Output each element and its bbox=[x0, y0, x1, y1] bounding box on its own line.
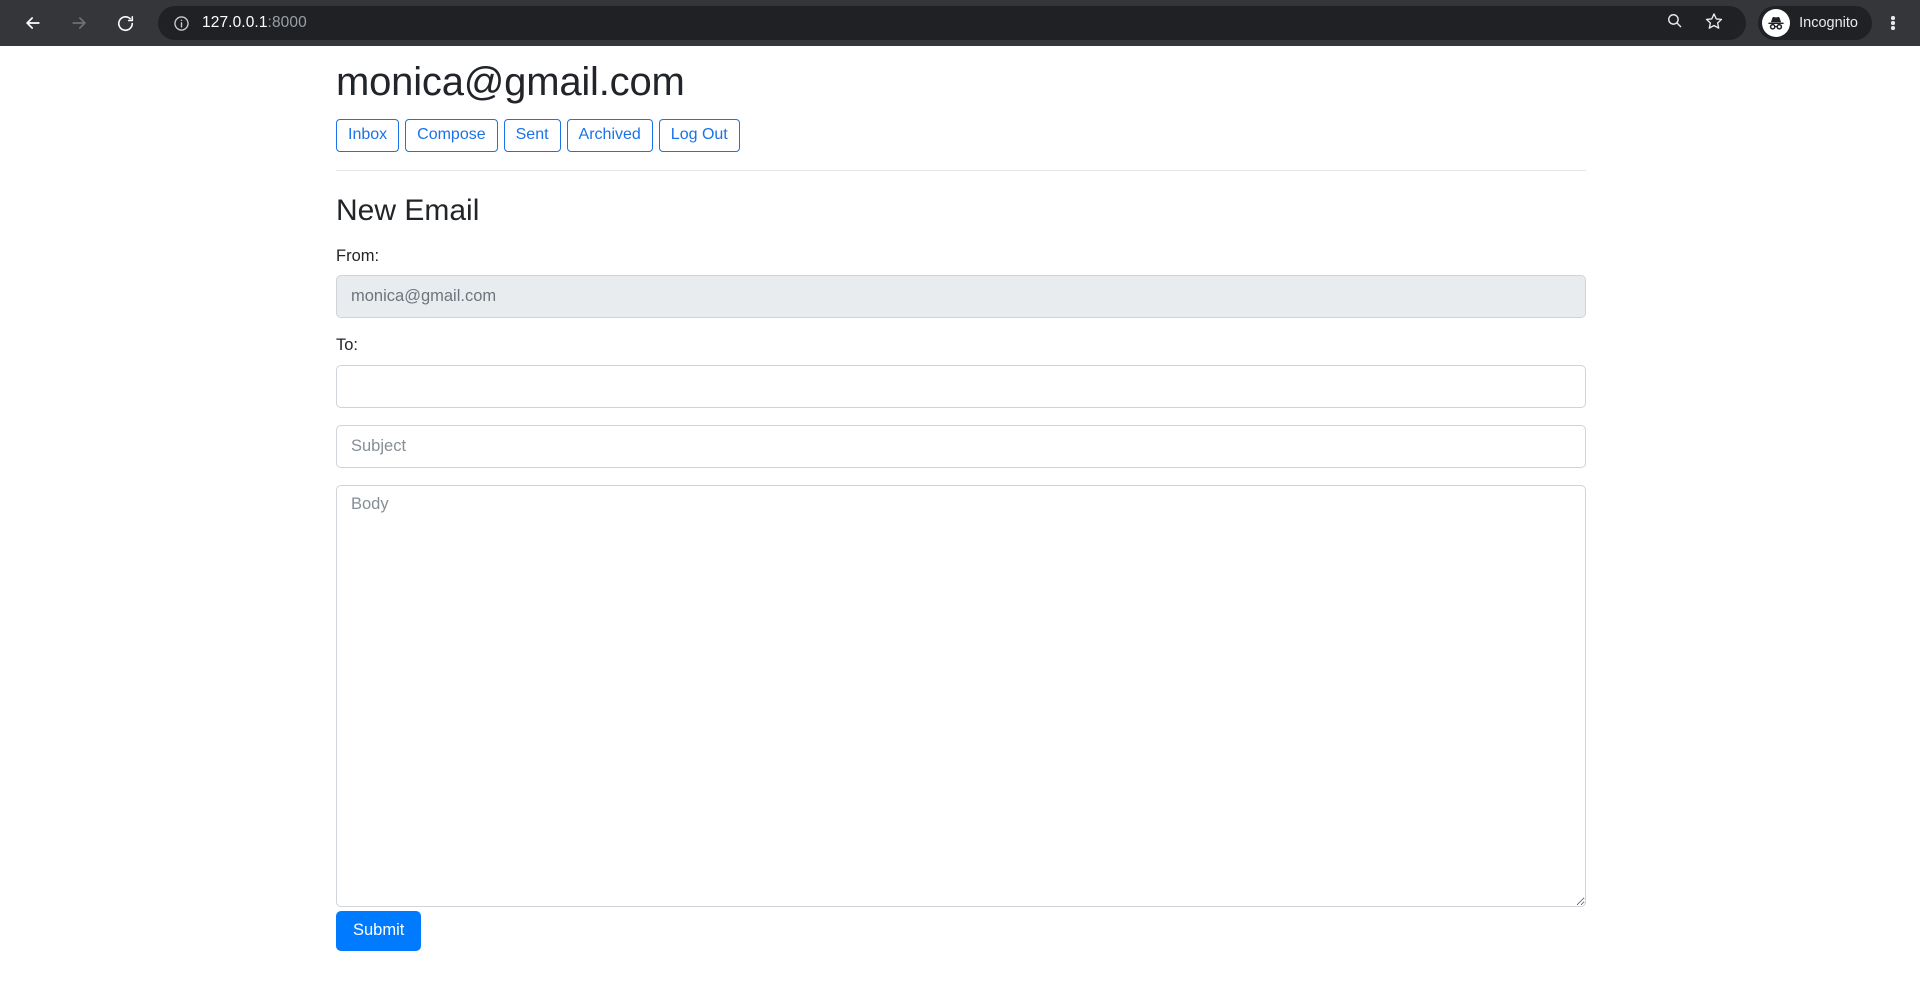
from-field bbox=[336, 275, 1586, 319]
compose-heading: New Email bbox=[336, 194, 480, 227]
star-icon bbox=[1705, 12, 1723, 35]
reload-icon bbox=[116, 14, 135, 33]
nav-logout[interactable]: Log Out bbox=[658, 119, 740, 152]
reload-button[interactable] bbox=[106, 4, 144, 42]
nav-compose[interactable]: Compose bbox=[405, 119, 498, 152]
url-text: 127.0.0.1:8000 bbox=[202, 14, 307, 32]
main-nav: Inbox Compose Sent Archived Log Out bbox=[336, 119, 1586, 152]
to-field[interactable] bbox=[336, 364, 1586, 408]
site-info-icon[interactable] bbox=[170, 12, 192, 34]
omnibox-actions bbox=[1654, 6, 1740, 40]
page-title: monica@gmail.com bbox=[336, 60, 685, 104]
url-host: 127.0.0.1 bbox=[202, 14, 268, 31]
content-container: monica@gmail.com Inbox Compose Sent Arch… bbox=[336, 46, 1586, 951]
browser-toolbar: 127.0.0.1:8000 Incognito bbox=[0, 0, 1920, 46]
back-arrow-icon bbox=[23, 13, 43, 33]
kebab-menu-icon bbox=[1891, 14, 1895, 31]
profile-chip[interactable]: Incognito bbox=[1758, 6, 1872, 40]
nav-archived[interactable]: Archived bbox=[566, 119, 653, 152]
profile-label: Incognito bbox=[1799, 15, 1858, 31]
subject-field[interactable] bbox=[336, 424, 1586, 468]
back-button[interactable] bbox=[14, 4, 52, 42]
body-field[interactable] bbox=[336, 484, 1586, 907]
forward-button[interactable] bbox=[60, 4, 98, 42]
address-bar[interactable]: 127.0.0.1:8000 bbox=[158, 6, 1747, 40]
nav-inbox[interactable]: Inbox bbox=[336, 119, 400, 152]
incognito-icon bbox=[1762, 9, 1791, 37]
chrome-menu-button[interactable] bbox=[1876, 4, 1910, 42]
submit-button[interactable]: Submit bbox=[336, 910, 422, 951]
search-icon bbox=[1666, 12, 1683, 34]
to-label: To: bbox=[336, 336, 359, 355]
search-button[interactable] bbox=[1657, 6, 1691, 40]
nav-sent[interactable]: Sent bbox=[503, 119, 561, 152]
bookmark-button[interactable] bbox=[1697, 6, 1731, 40]
page-viewport: monica@gmail.com Inbox Compose Sent Arch… bbox=[0, 46, 1920, 987]
forward-arrow-icon bbox=[69, 13, 89, 33]
url-port: :8000 bbox=[267, 14, 307, 31]
from-label: From: bbox=[336, 247, 380, 265]
